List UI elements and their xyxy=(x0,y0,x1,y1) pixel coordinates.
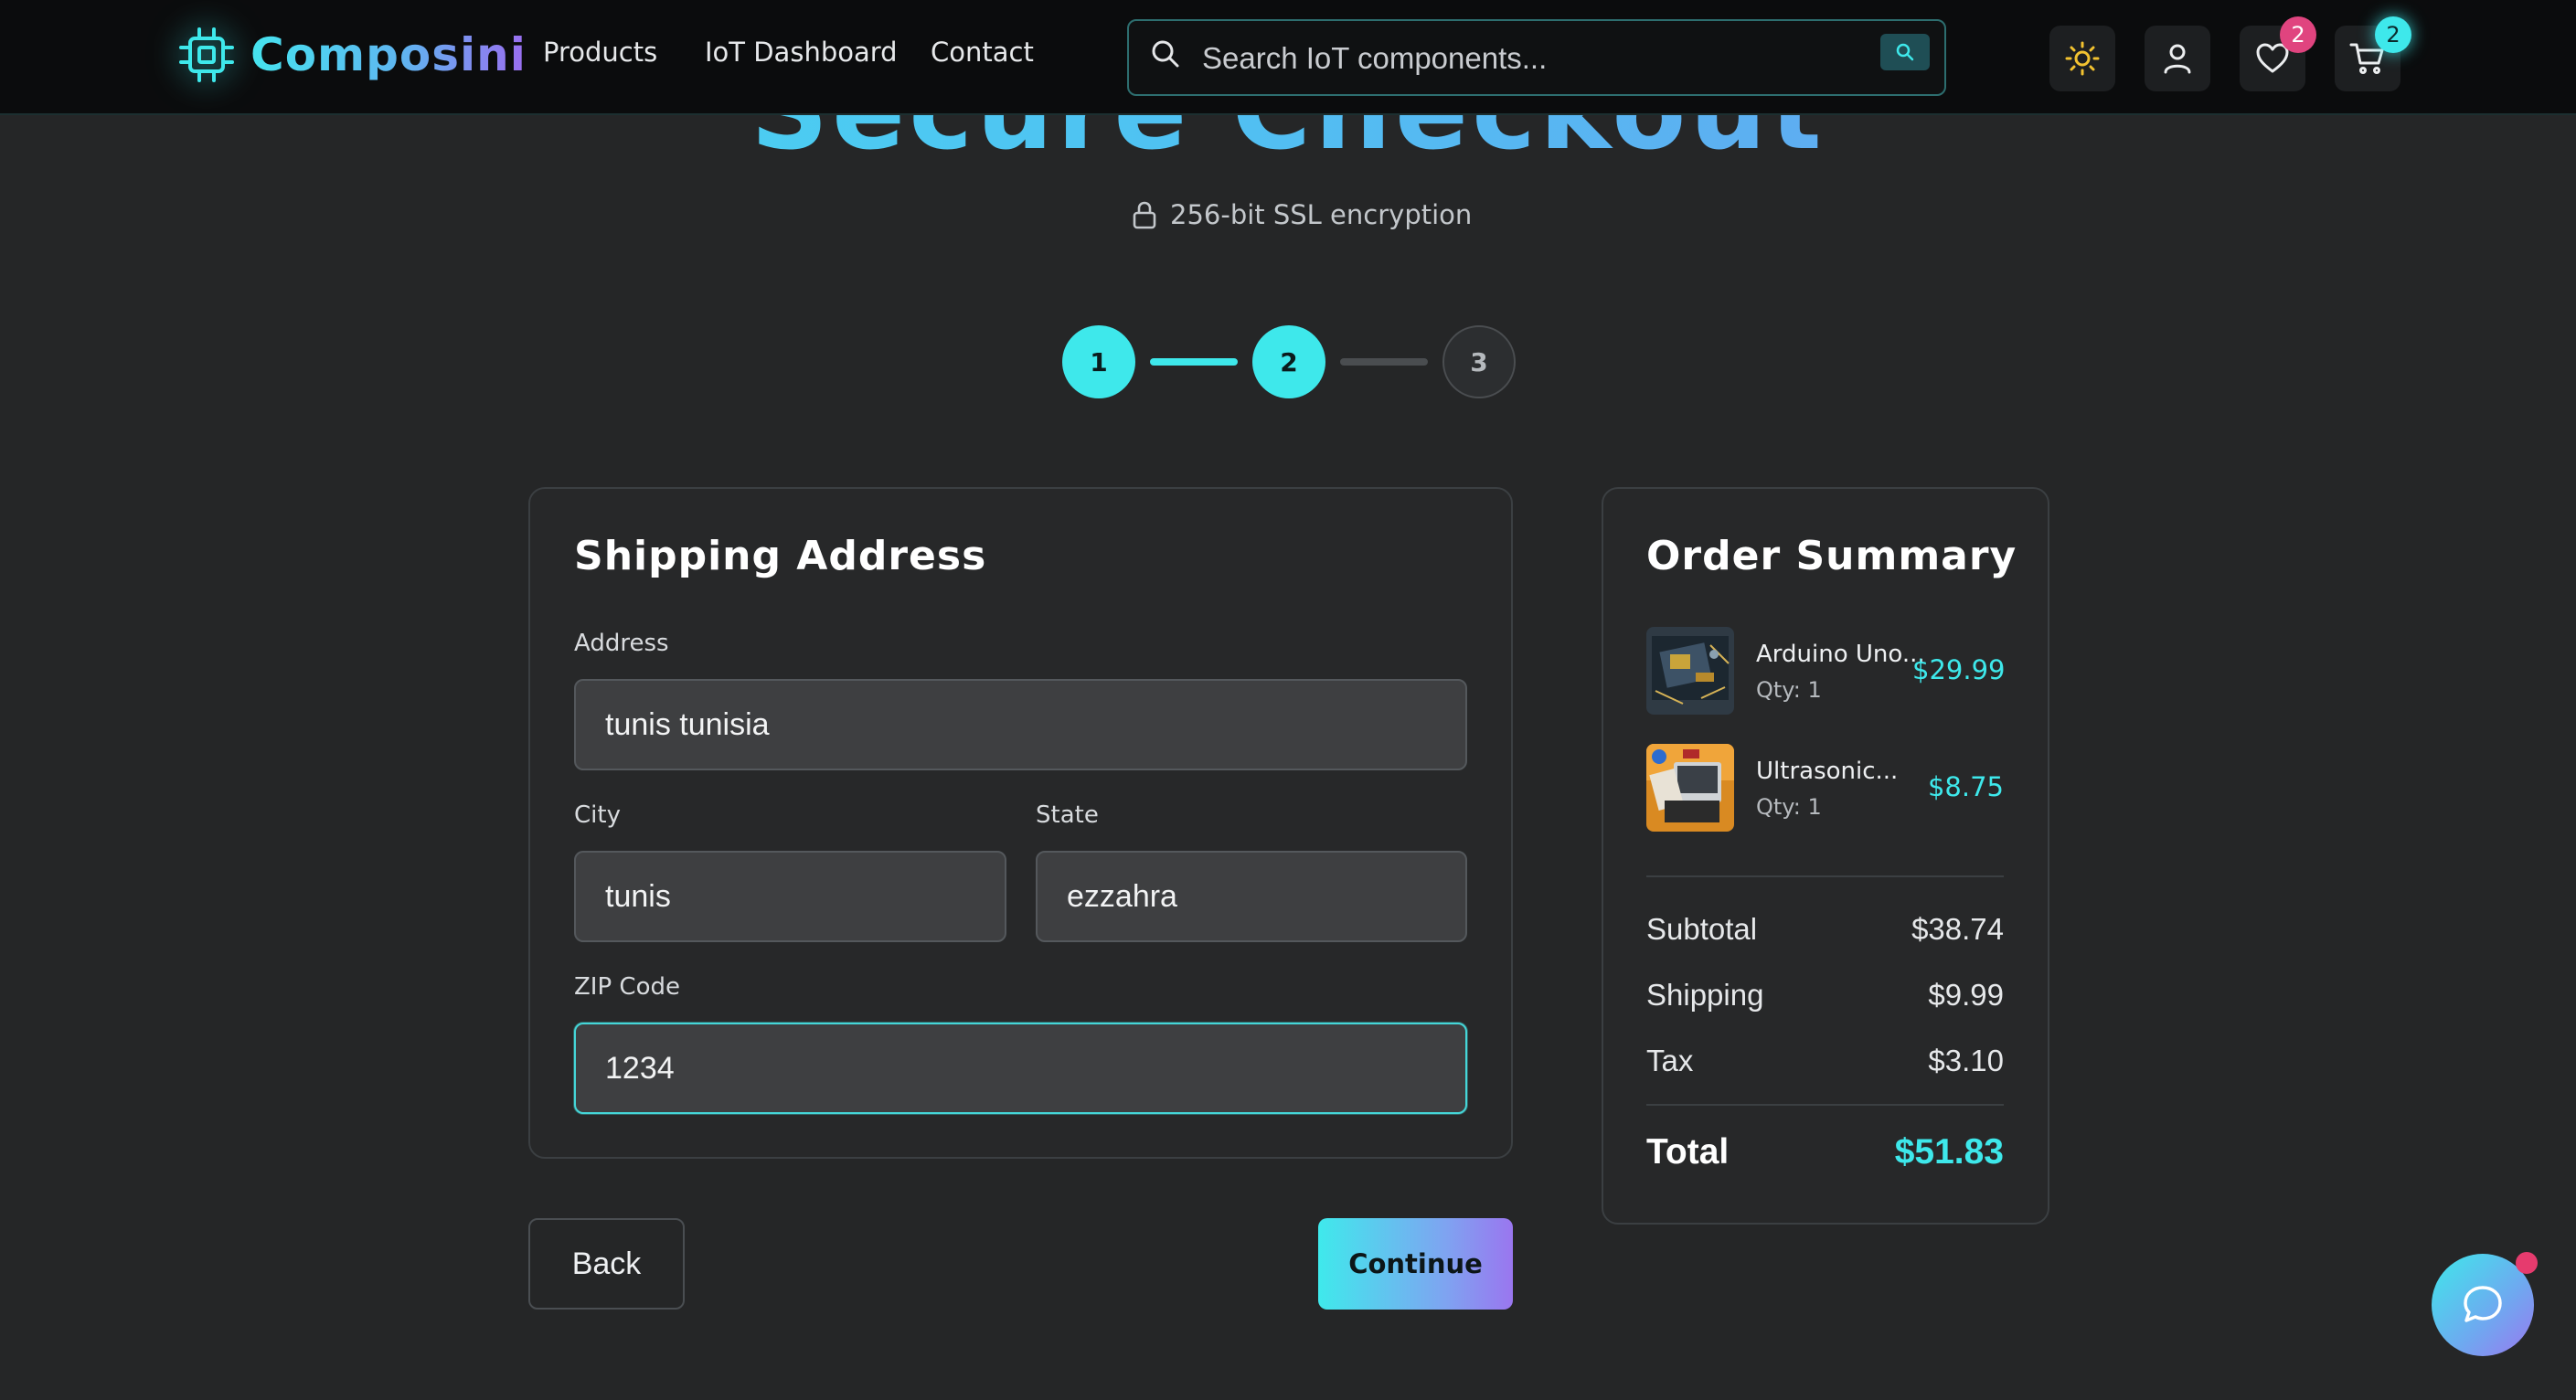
search-bar xyxy=(1127,19,1946,96)
nav-contact-link[interactable]: Contact xyxy=(931,37,1034,68)
total-label: Total xyxy=(1646,1132,1730,1172)
shipping-cost-value: $9.99 xyxy=(1928,978,2004,1012)
lock-icon xyxy=(1133,201,1156,229)
step-3-indicator: 3 xyxy=(1442,325,1516,398)
account-button[interactable] xyxy=(2145,26,2210,91)
arduino-board-image xyxy=(1646,627,1734,715)
city-label: City xyxy=(574,801,621,829)
tax-value: $3.10 xyxy=(1928,1044,2004,1077)
item-price-ultrasonic: $8.75 xyxy=(1927,771,2004,802)
item-qty-arduino: Qty: 1 xyxy=(1756,677,1822,703)
product-thumbnail-ultrasonic[interactable] xyxy=(1646,744,1734,832)
nav-products-link[interactable]: Products xyxy=(543,37,657,68)
zip-input[interactable] xyxy=(574,1023,1467,1114)
chat-icon xyxy=(2464,1286,2502,1322)
nav-iot-dashboard-link[interactable]: IoT Dashboard xyxy=(705,37,898,68)
ssl-note: 256-bit SSL encryption xyxy=(1132,199,1472,230)
chat-button[interactable] xyxy=(2432,1252,2538,1356)
order-summary-title: Order Summary xyxy=(1646,533,2017,579)
total-value: $51.83 xyxy=(1894,1132,2004,1172)
product-thumbnail-arduino[interactable] xyxy=(1646,627,1734,715)
search-icon xyxy=(1896,43,1914,61)
address-input[interactable] xyxy=(574,679,1467,770)
item-price-arduino: $29.99 xyxy=(1912,654,2006,685)
brand-name: Composini xyxy=(250,28,527,81)
address-label: Address xyxy=(574,630,669,657)
item-qty-ultrasonic: Qty: 1 xyxy=(1756,794,1822,820)
back-button[interactable]: Back xyxy=(528,1218,685,1310)
search-input[interactable] xyxy=(1202,34,1842,83)
search-icon xyxy=(1152,40,1179,68)
chip-logo-icon xyxy=(179,27,234,82)
state-label: State xyxy=(1036,801,1099,829)
step-2-indicator: 2 xyxy=(1252,325,1325,398)
theme-toggle-button[interactable] xyxy=(2049,26,2115,91)
zip-label: ZIP Code xyxy=(574,973,680,1001)
summary-divider xyxy=(1646,875,2004,877)
shipping-cost-label: Shipping xyxy=(1646,978,1764,1012)
step-1-indicator: 1 xyxy=(1062,325,1135,398)
top-navbar: Composini Products IoT Dashboard Contact xyxy=(0,0,2576,115)
continue-button[interactable]: Continue xyxy=(1318,1218,1513,1310)
chat-notification-dot xyxy=(2516,1252,2538,1274)
summary-divider xyxy=(1646,1104,2004,1106)
search-submit-button[interactable] xyxy=(1880,34,1930,70)
wishlist-button[interactable]: 2 xyxy=(2240,16,2316,91)
user-icon xyxy=(2164,44,2191,74)
subtotal-label: Subtotal xyxy=(1646,912,1758,946)
item-name-ultrasonic: Ultrasonic... xyxy=(1756,758,1899,785)
step-connector-1 xyxy=(1150,358,1238,366)
ssl-note-text: 256-bit SSL encryption xyxy=(1170,199,1473,230)
cart-button[interactable]: 2 xyxy=(2335,16,2411,91)
sun-icon xyxy=(2065,41,2100,76)
brand-logo[interactable]: Composini xyxy=(177,26,527,84)
order-summary-card xyxy=(1602,487,2049,1225)
tax-label: Tax xyxy=(1646,1044,1694,1077)
item-name-arduino: Arduino Uno... xyxy=(1756,641,1925,668)
wishlist-count-badge: 2 xyxy=(2280,16,2316,53)
state-input[interactable] xyxy=(1036,851,1467,942)
ultrasonic-sensor-image xyxy=(1646,744,1734,832)
subtotal-value: $38.74 xyxy=(1911,912,2004,946)
cart-count-badge: 2 xyxy=(2375,16,2411,53)
step-connector-2 xyxy=(1340,358,1428,366)
shipping-title: Shipping Address xyxy=(574,533,987,579)
city-input[interactable] xyxy=(574,851,1006,942)
